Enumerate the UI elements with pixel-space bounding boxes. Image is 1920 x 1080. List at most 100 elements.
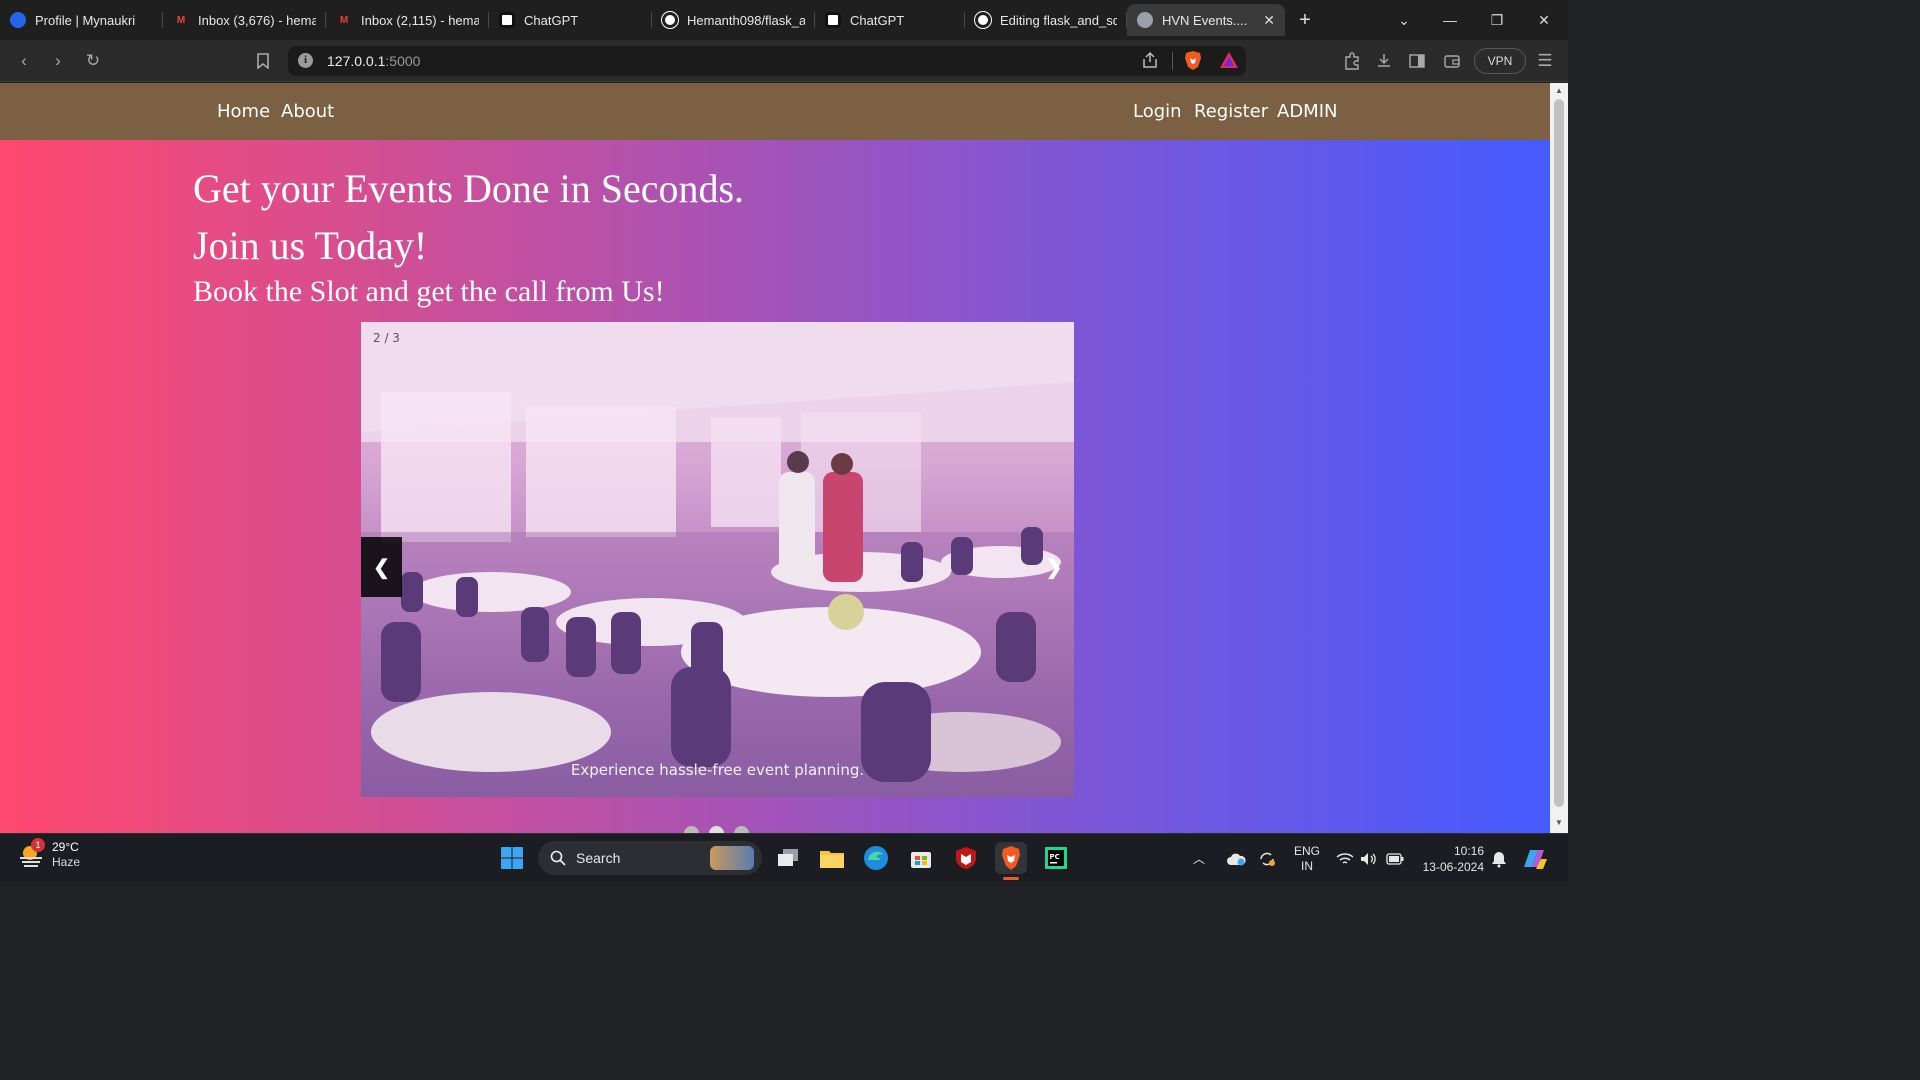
- task-view-icon[interactable]: [772, 842, 804, 874]
- vpn-label: VPN: [1487, 54, 1513, 68]
- browser-tab[interactable]: Profile | Mynaukri: [0, 4, 163, 36]
- browser-tab-strip: Profile | Mynaukri M Inbox (3,676) - hemar…: [0, 0, 1568, 40]
- weather-haze-icon: 1: [18, 838, 45, 868]
- weather-temp: 29°C: [52, 840, 79, 854]
- volume-icon[interactable]: [1360, 834, 1378, 883]
- onedrive-icon[interactable]: [1226, 834, 1246, 883]
- forward-arrow-icon[interactable]: ›: [45, 48, 71, 74]
- tab-search-chevron-icon[interactable]: ⌄: [1381, 0, 1427, 40]
- search-label: Search: [576, 850, 621, 866]
- mynaukri-icon: [10, 12, 26, 28]
- github-icon: [661, 11, 679, 29]
- nav-register-link[interactable]: Register: [1194, 101, 1268, 122]
- share-icon[interactable]: [1141, 51, 1159, 74]
- lang-code: ENG: [1294, 843, 1321, 858]
- omnibox-divider: [1172, 52, 1173, 70]
- clock-time: 10:16: [1453, 843, 1484, 858]
- mcafee-icon[interactable]: [950, 842, 982, 874]
- browser-tab[interactable]: ChatGPT: [489, 4, 652, 36]
- active-app-indicator: [1003, 877, 1019, 880]
- browser-tab[interactable]: ChatGPT: [815, 4, 965, 36]
- slideshow-prev-button[interactable]: ❮: [361, 537, 402, 597]
- weather-widget[interactable]: 1 29°C Haze: [18, 838, 80, 870]
- clock-date: 13-06-2024: [1422, 859, 1484, 874]
- tab-title: Profile | Mynaukri: [35, 12, 136, 28]
- brave-browser-icon[interactable]: [995, 842, 1027, 880]
- close-tab-icon[interactable]: ✕: [1263, 12, 1275, 29]
- tab-title: Inbox (3,676) - hemar: [198, 12, 316, 28]
- tray-overflow-chevron-icon[interactable]: ︿: [1193, 834, 1205, 883]
- microsoft-store-icon[interactable]: [905, 842, 937, 874]
- browser-tab[interactable]: M Inbox (2,115) - hemar: [326, 4, 489, 36]
- site-navbar: Home About Login Register ADMIN: [0, 83, 1550, 140]
- globe-icon: [1137, 12, 1153, 28]
- gmail-icon: M: [176, 14, 186, 26]
- slideshow-dot[interactable]: [734, 826, 749, 833]
- start-windows-icon[interactable]: [496, 842, 528, 874]
- extensions-icon[interactable]: [1339, 48, 1365, 74]
- lang-region: IN: [1301, 858, 1313, 873]
- slideshow-slide: 2 / 3 Experience hassle-free event plann…: [361, 322, 1074, 797]
- nav-about-link[interactable]: About: [281, 101, 334, 122]
- battery-icon[interactable]: [1386, 834, 1404, 883]
- url-host: 127.0.0.1: [327, 53, 386, 69]
- svg-text:PC: PC: [1050, 853, 1060, 861]
- url-text: 127.0.0.1:5000: [327, 53, 420, 69]
- scroll-down-arrow-icon[interactable]: ▼: [1553, 818, 1565, 827]
- slideshow-dot[interactable]: [684, 826, 699, 833]
- copilot-icon[interactable]: [1520, 834, 1548, 883]
- weather-badge: 1: [31, 838, 45, 852]
- tab-title: Hemanth098/flask_ar: [687, 12, 805, 28]
- address-bar[interactable]: i 127.0.0.1:5000: [288, 46, 1246, 76]
- tab-title: ChatGPT: [850, 12, 905, 28]
- nav-home-link[interactable]: Home: [217, 101, 270, 122]
- tab-title: HVN Events....: [1162, 12, 1248, 28]
- page-viewport: Home About Login Register ADMIN Get your…: [0, 83, 1550, 833]
- restore-button[interactable]: ❐: [1474, 0, 1520, 40]
- browser-tab[interactable]: Editing flask_and_sql: [965, 4, 1127, 36]
- chatgpt-icon: [499, 12, 515, 28]
- scrollbar-thumb[interactable]: [1554, 99, 1564, 807]
- page-scrollbar[interactable]: ▲ ▼: [1550, 83, 1568, 833]
- site-info-icon[interactable]: i: [298, 53, 313, 68]
- edge-icon[interactable]: [860, 842, 892, 874]
- window-close-button[interactable]: ✕: [1521, 0, 1567, 40]
- language-indicator[interactable]: ENG IN: [1294, 834, 1320, 883]
- download-icon[interactable]: [1371, 48, 1397, 74]
- browser-tab[interactable]: M Inbox (3,676) - hemar: [163, 4, 326, 36]
- menu-icon[interactable]: ☰: [1532, 48, 1558, 74]
- sync-icon[interactable]: [1258, 834, 1276, 883]
- tab-title: Inbox (2,115) - hemar: [361, 12, 479, 28]
- scroll-up-arrow-icon[interactable]: ▲: [1553, 86, 1565, 95]
- brave-shields-icon[interactable]: [1184, 50, 1202, 76]
- browser-tab[interactable]: Hemanth098/flask_ar: [652, 4, 815, 36]
- taskbar-search[interactable]: Search: [538, 841, 762, 875]
- notification-bell-icon[interactable]: [1490, 834, 1508, 883]
- new-tab-button[interactable]: +: [1285, 9, 1325, 32]
- browser-toolbar: ‹ › ↻ i 127.0.0.1:5000 VPN ☰: [0, 40, 1568, 800]
- wifi-icon[interactable]: [1336, 834, 1354, 883]
- slide-caption: Experience hassle-free event planning.: [570, 761, 865, 779]
- wallet-icon[interactable]: [1439, 48, 1465, 74]
- nav-admin-link[interactable]: ADMIN: [1277, 101, 1337, 122]
- file-explorer-icon[interactable]: [816, 842, 848, 874]
- bookmark-icon[interactable]: [250, 48, 276, 74]
- sidebar-toggle-icon[interactable]: [1404, 48, 1430, 74]
- nav-login-link[interactable]: Login: [1133, 101, 1182, 122]
- gmail-icon: M: [339, 14, 349, 26]
- back-arrow-icon[interactable]: ‹: [11, 48, 37, 74]
- search-icon: [550, 850, 566, 866]
- github-icon: [974, 11, 992, 29]
- hero-subheadline: Book the Slot and get the call from Us!: [193, 275, 665, 308]
- slideshow-next-button[interactable]: ❯: [1036, 537, 1072, 597]
- reload-icon[interactable]: ↻: [80, 48, 106, 74]
- pycharm-icon[interactable]: PC: [1040, 842, 1072, 874]
- tab-title: Editing flask_and_sql: [1000, 12, 1117, 28]
- browser-tab[interactable]: HVN Events.... ✕: [1127, 4, 1285, 36]
- clock[interactable]: 10:16 13-06-2024: [1418, 834, 1484, 883]
- minimize-button[interactable]: —: [1427, 0, 1473, 40]
- brave-rewards-icon[interactable]: [1219, 51, 1239, 74]
- hero-join-headline: Join us Today!: [193, 223, 428, 268]
- vpn-button[interactable]: VPN: [1474, 48, 1526, 800]
- slideshow-dot[interactable]: [709, 826, 724, 833]
